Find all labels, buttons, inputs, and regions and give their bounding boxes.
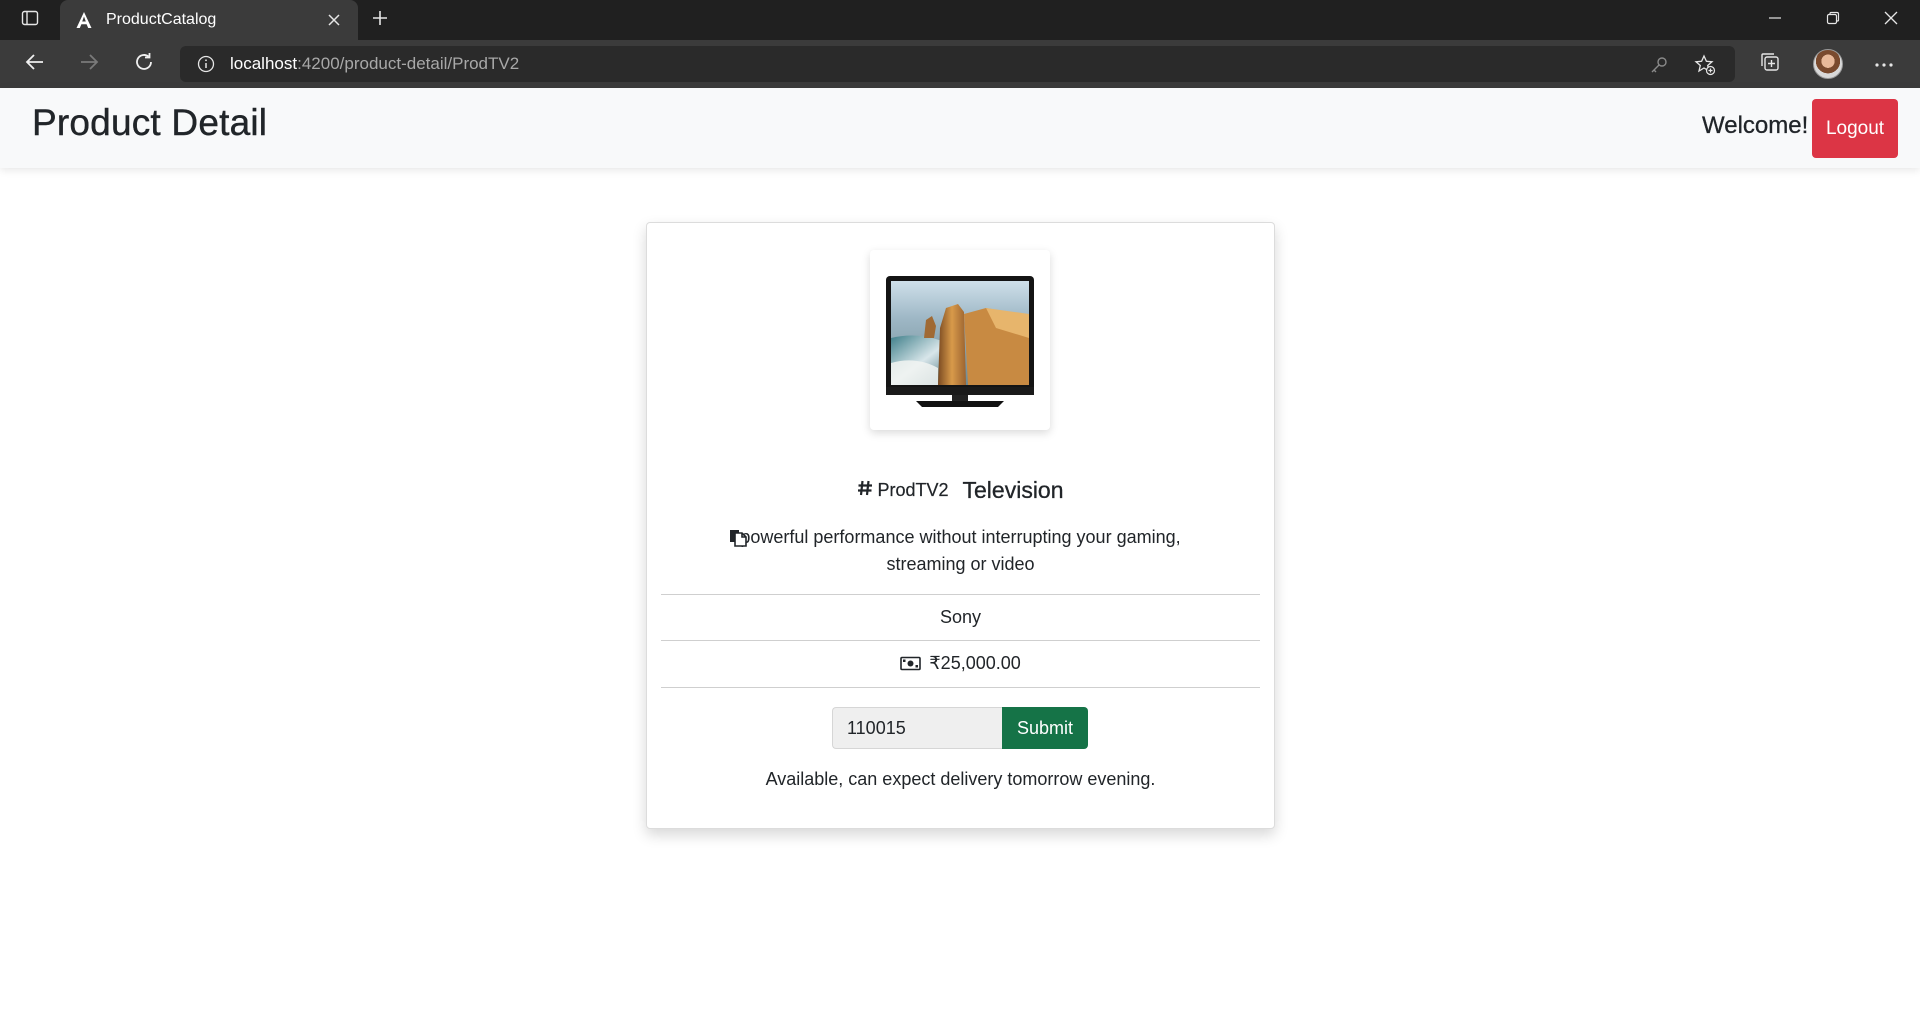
plus-icon bbox=[371, 9, 389, 32]
product-title-row: ProdTV2 Television bbox=[647, 477, 1274, 504]
forward-button[interactable] bbox=[72, 47, 106, 81]
divider bbox=[661, 594, 1260, 595]
file-copy-icon bbox=[728, 527, 748, 547]
url-text: localhost:4200/product-detail/ProdTV2 bbox=[230, 54, 519, 74]
product-code: ProdTV2 bbox=[877, 480, 949, 500]
url-path: :4200/product-detail/ProdTV2 bbox=[297, 54, 520, 73]
window-close-icon bbox=[1884, 11, 1898, 30]
submit-button[interactable]: Submit bbox=[1002, 707, 1088, 749]
reload-button[interactable] bbox=[127, 47, 161, 81]
product-name: Television bbox=[962, 477, 1064, 503]
window-close-button[interactable] bbox=[1862, 0, 1920, 40]
browser-tab-active[interactable]: ProductCatalog bbox=[60, 0, 358, 40]
divider bbox=[661, 687, 1260, 688]
app-header: Product Detail Welcome! Logout bbox=[0, 88, 1920, 168]
logout-button[interactable]: Logout bbox=[1812, 99, 1898, 158]
angular-logo-icon bbox=[74, 10, 94, 30]
product-price: ₹25,000.00 bbox=[929, 653, 1021, 673]
welcome-text: Welcome! bbox=[1702, 112, 1809, 139]
minimize-icon bbox=[1768, 11, 1782, 30]
description-text: powerful performance without interruptin… bbox=[740, 527, 1181, 574]
product-description: powerful performance without interruptin… bbox=[717, 524, 1204, 578]
profile-avatar[interactable] bbox=[1813, 49, 1843, 79]
product-image bbox=[870, 250, 1050, 430]
minimize-button[interactable] bbox=[1746, 0, 1804, 40]
close-icon[interactable] bbox=[324, 10, 344, 30]
divider bbox=[661, 640, 1260, 641]
tab-title: ProductCatalog bbox=[106, 11, 217, 28]
pincode-input[interactable] bbox=[832, 707, 1002, 749]
more-icon bbox=[1874, 55, 1894, 73]
pincode-form: Submit bbox=[832, 707, 1088, 749]
browser-tab-bar: ProductCatalog bbox=[0, 0, 1920, 40]
product-brand: Sony bbox=[939, 607, 982, 627]
tab-actions-button[interactable] bbox=[0, 0, 60, 40]
new-tab-button[interactable] bbox=[366, 6, 394, 34]
television-image bbox=[886, 276, 1034, 407]
page-title: Product Detail bbox=[32, 102, 268, 143]
reload-icon bbox=[133, 51, 155, 78]
restore-icon bbox=[1826, 11, 1840, 30]
product-price-row: ₹25,000.00 bbox=[647, 653, 1274, 674]
forward-arrow-icon bbox=[78, 51, 100, 78]
url-host: localhost bbox=[230, 54, 298, 73]
key-icon[interactable] bbox=[1648, 54, 1670, 76]
restore-button[interactable] bbox=[1804, 0, 1862, 40]
sidebar-toggle-icon bbox=[21, 9, 39, 32]
back-arrow-icon bbox=[24, 51, 46, 78]
browser-toolbar: localhost:4200/product-detail/ProdTV2 bbox=[0, 40, 1920, 88]
delivery-status: Available, can expect delivery tomorrow … bbox=[765, 769, 1156, 789]
product-card: ProdTV2 Television powerful performance w… bbox=[646, 222, 1275, 829]
collections-icon bbox=[1759, 51, 1781, 78]
hash-icon bbox=[857, 479, 873, 503]
collections-button[interactable] bbox=[1756, 50, 1784, 78]
back-button[interactable] bbox=[18, 47, 52, 81]
info-icon[interactable] bbox=[196, 54, 216, 74]
more-button[interactable] bbox=[1870, 50, 1898, 78]
address-bar[interactable]: localhost:4200/product-detail/ProdTV2 bbox=[180, 46, 1735, 82]
favorite-add-icon[interactable] bbox=[1694, 54, 1716, 76]
cash-icon bbox=[900, 655, 922, 671]
